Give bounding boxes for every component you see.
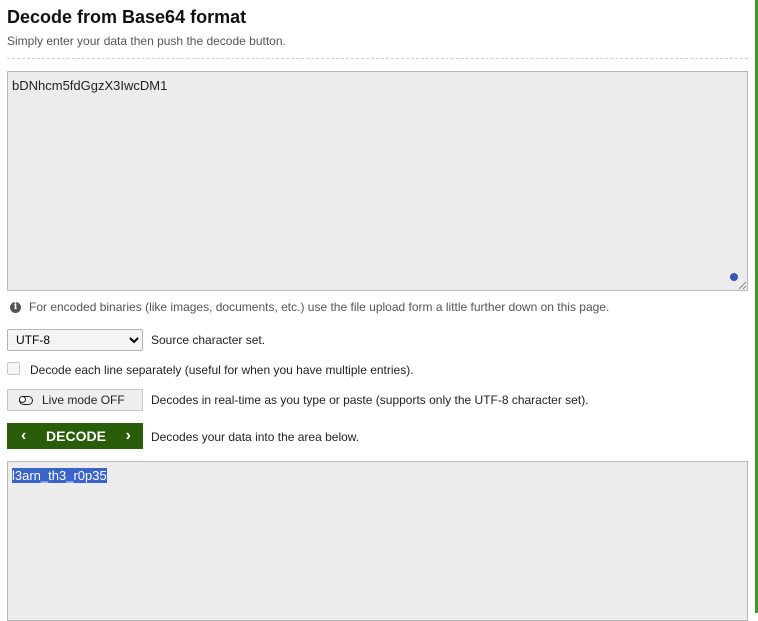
info-text: For encoded binaries (like images, docum… [29, 300, 610, 314]
info-icon: i [10, 301, 21, 313]
chevron-right-icon: › [125, 427, 131, 444]
decoded-output-text[interactable]: l3arn_th3_r0p35 [12, 468, 107, 483]
separate-lines-checkbox[interactable] [7, 362, 20, 375]
page-title: Decode from Base64 format [7, 7, 247, 27]
decoded-output[interactable]: l3arn_th3_r0p35 [7, 461, 748, 621]
resize-grip-icon[interactable] [738, 281, 747, 290]
page-subtitle: Simply enter your data then push the dec… [7, 34, 286, 48]
live-mode-label: Live mode OFF [42, 393, 125, 407]
live-mode-toggle-button[interactable]: Live mode OFF [7, 389, 143, 411]
toggle-icon [19, 395, 33, 405]
extension-indicator-icon [730, 273, 738, 281]
charset-description: Source character set. [151, 333, 266, 347]
decode-description: Decodes your data into the area below. [151, 430, 360, 444]
decode-button-label: DECODE [46, 428, 106, 444]
decode-button[interactable]: ‹ DECODE › [7, 423, 143, 449]
divider [7, 58, 748, 59]
info-note: i For encoded binaries (like images, doc… [10, 300, 609, 314]
charset-select[interactable]: UTF-8 [7, 329, 143, 351]
chevron-left-icon: ‹ [21, 427, 27, 444]
separate-lines-label: Decode each line separately (useful for … [30, 363, 414, 377]
base64-input[interactable] [7, 71, 748, 291]
live-mode-description: Decodes in real-time as you type or past… [151, 393, 589, 407]
